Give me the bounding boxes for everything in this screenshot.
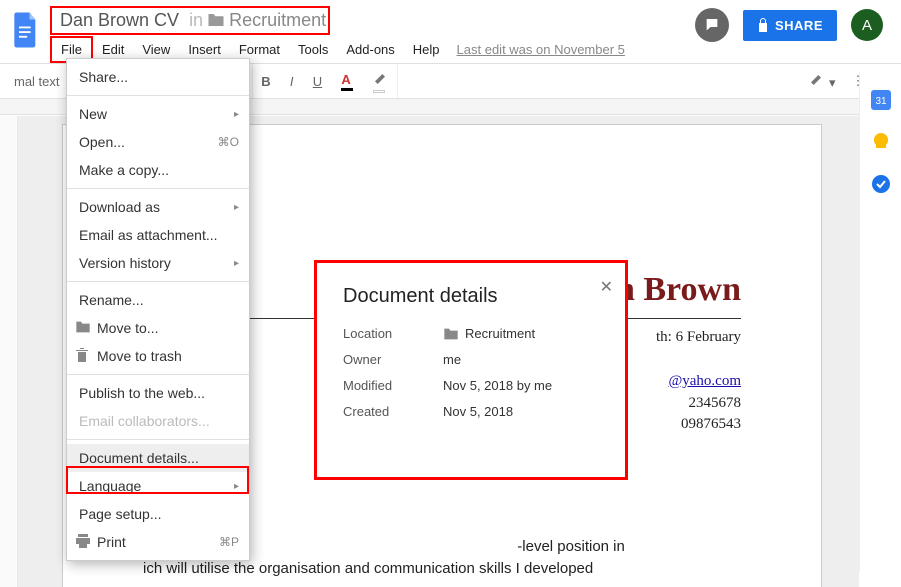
file-menu-details[interactable]: Document details... <box>67 444 249 472</box>
details-modified-label: Modified <box>343 378 443 393</box>
vertical-ruler[interactable] <box>0 116 18 587</box>
file-menu-new[interactable]: New▸ <box>67 100 249 128</box>
menu-addons[interactable]: Add-ons <box>337 38 403 61</box>
file-menu-versions[interactable]: Version history▸ <box>67 249 249 277</box>
file-menu-rename[interactable]: Rename... <box>67 286 249 314</box>
file-menu-download[interactable]: Download as▸ <box>67 193 249 221</box>
file-menu-language[interactable]: Language▸ <box>67 472 249 500</box>
underline-button[interactable]: U <box>313 74 322 89</box>
lock-icon <box>757 18 769 32</box>
file-menu-move[interactable]: Move to... <box>67 314 249 342</box>
last-edit-link[interactable]: Last edit was on November 5 <box>457 42 625 57</box>
calendar-icon[interactable]: 31 <box>871 90 891 110</box>
file-menu-dropdown: Share... New▸ Open...⌘O Make a copy... D… <box>66 58 250 561</box>
doc-title[interactable]: Dan Brown CV <box>54 8 185 33</box>
share-label: SHARE <box>775 18 823 33</box>
folder-name[interactable]: Recruitment <box>229 10 326 31</box>
file-menu-email[interactable]: Email as attachment... <box>67 221 249 249</box>
details-created-label: Created <box>343 404 443 419</box>
folder-icon <box>75 320 93 337</box>
comments-button[interactable] <box>695 8 729 42</box>
details-modified-value: Nov 5, 2018 by me <box>443 378 552 393</box>
dialog-title: Document details <box>343 285 599 308</box>
details-created-value: Nov 5, 2018 <box>443 404 513 419</box>
file-menu-share[interactable]: Share... <box>67 63 249 91</box>
file-menu-collaborators: Email collaborators... <box>67 407 249 435</box>
docs-logo[interactable] <box>8 8 44 52</box>
editing-mode-button[interactable]: ▾ <box>809 71 835 91</box>
body-text: -level position in <box>517 538 625 555</box>
details-owner-value: me <box>443 352 461 367</box>
italic-button[interactable]: I <box>290 74 294 89</box>
share-button[interactable]: SHARE <box>743 10 837 41</box>
print-icon <box>75 534 93 551</box>
text-color-button[interactable]: A <box>341 72 353 91</box>
file-menu-publish[interactable]: Publish to the web... <box>67 379 249 407</box>
side-panel: 31 <box>859 72 901 572</box>
trash-icon <box>75 347 93 366</box>
in-label: in <box>185 10 207 31</box>
body-text: ich will utilise the organisation and co… <box>143 560 593 577</box>
document-details-dialog: ✕ Document details LocationRecruitment O… <box>314 260 628 480</box>
details-owner-label: Owner <box>343 352 443 367</box>
folder-icon <box>207 12 225 28</box>
details-location-label: Location <box>343 326 443 341</box>
file-menu-print[interactable]: Print⌘P <box>67 528 249 556</box>
doc-email-link[interactable]: @yaho.com <box>668 373 741 389</box>
details-location-value[interactable]: Recruitment <box>443 326 535 341</box>
file-menu-trash[interactable]: Move to trash <box>67 342 249 370</box>
file-menu-page-setup[interactable]: Page setup... <box>67 500 249 528</box>
keep-icon[interactable] <box>871 132 891 152</box>
tasks-icon[interactable] <box>871 174 891 194</box>
file-menu-copy[interactable]: Make a copy... <box>67 156 249 184</box>
close-icon[interactable]: ✕ <box>600 277 613 297</box>
highlight-button[interactable] <box>373 70 389 93</box>
svg-text:31: 31 <box>875 96 887 107</box>
menu-help[interactable]: Help <box>404 38 449 61</box>
folder-icon <box>443 327 459 341</box>
bold-button[interactable]: B <box>261 74 270 89</box>
menu-tools[interactable]: Tools <box>289 38 337 61</box>
file-menu-open[interactable]: Open...⌘O <box>67 128 249 156</box>
account-avatar[interactable]: A <box>851 9 883 41</box>
